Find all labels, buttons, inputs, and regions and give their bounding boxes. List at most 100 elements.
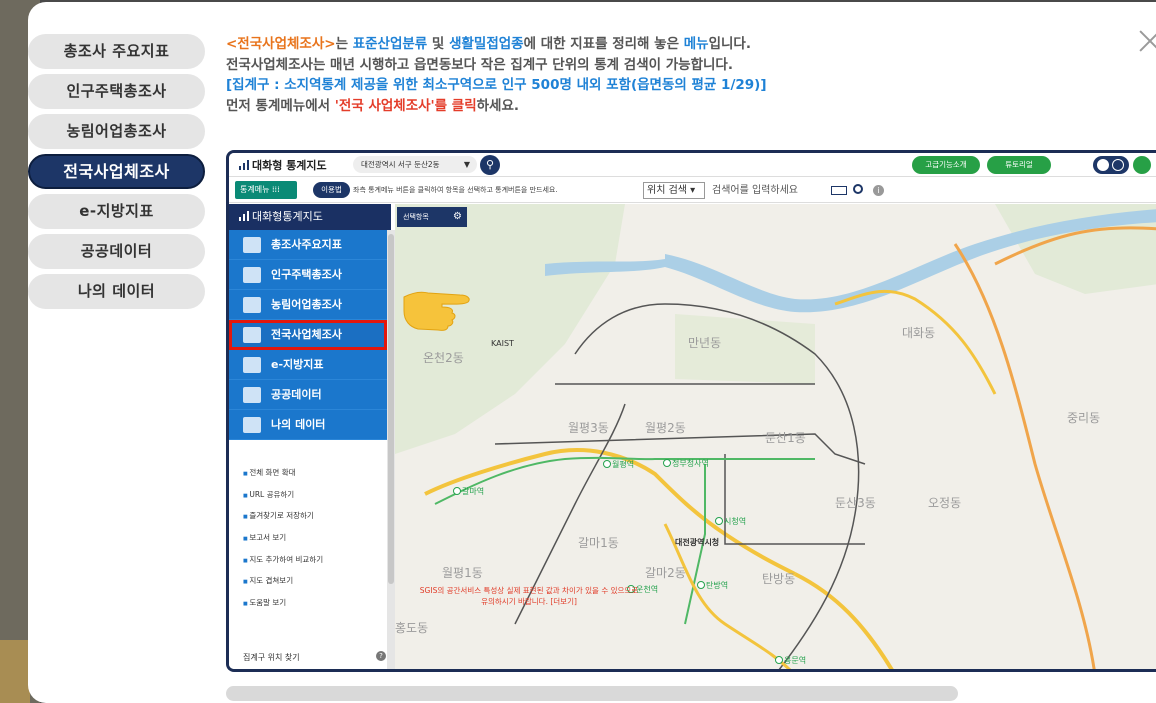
app-title-text: 대화형 통계지도 bbox=[252, 159, 327, 172]
intro-highlight-title: <전국사업체조사> bbox=[226, 36, 336, 52]
intro-text-segment: 는 bbox=[335, 36, 353, 52]
trend-chart-icon bbox=[243, 237, 261, 253]
map-label-dong: 월평2동 bbox=[645, 421, 686, 435]
panel-menu-list: 총조사주요지표 인구주택총조사 농림어업총조사 전국사업체조사 e-지방지표 공… bbox=[229, 230, 387, 440]
link-bookmark[interactable]: 즐겨찾기로 저장하기 bbox=[243, 505, 323, 527]
link-help[interactable]: 도움말 보기 bbox=[243, 592, 323, 614]
position-search-select[interactable]: 위치 검색 ▾ bbox=[643, 182, 705, 199]
map-label-dong: 둔산1동 bbox=[765, 431, 806, 445]
menu-item-label: 총조사주요지표 bbox=[271, 238, 342, 251]
side-tab-business-survey[interactable]: 전국사업체조사 bbox=[28, 154, 205, 189]
side-tab-census-indicators[interactable]: 총조사 주요지표 bbox=[28, 34, 205, 69]
city-icon bbox=[243, 357, 261, 373]
intro-highlight-menu: 메뉴 bbox=[683, 36, 709, 52]
link-fullscreen[interactable]: 전체 화면 확대 bbox=[243, 462, 323, 484]
menu-item-business-survey[interactable]: 전국사업체조사 bbox=[229, 320, 387, 350]
info-icon[interactable]: i bbox=[873, 185, 884, 196]
app-toolbar: 통계메뉴 ⁞⁞⁞ 이용법 좌측 통계메뉴 버튼을 클릭하여 항목을 선택하고 통… bbox=[229, 178, 1156, 203]
search-icon[interactable] bbox=[853, 184, 863, 194]
search-zoom-icon[interactable]: ⚲ bbox=[480, 155, 500, 175]
map-label-dong: 월평1동 bbox=[442, 566, 483, 580]
subway-station: 탄방역 bbox=[697, 580, 728, 591]
user-document-icon bbox=[243, 417, 261, 433]
keyboard-icon[interactable] bbox=[831, 186, 847, 195]
farm-icon bbox=[243, 297, 261, 313]
map-label-dong: 대화동 bbox=[902, 326, 936, 340]
panel-scrollbar[interactable] bbox=[387, 230, 395, 669]
view-toggle[interactable] bbox=[1093, 156, 1129, 174]
modal-horizontal-scrollbar[interactable] bbox=[226, 686, 958, 701]
region-select-label: 선택항목 bbox=[403, 213, 429, 221]
map-label-dong: 오정동 bbox=[928, 496, 962, 510]
side-tab-e-local-index[interactable]: e-지방지표 bbox=[28, 194, 205, 229]
subway-station: 월평역 bbox=[603, 459, 634, 470]
map-label-dong: 만년동 bbox=[688, 336, 722, 350]
menu-item-label: 공공데이터 bbox=[271, 388, 322, 401]
intro-text: <전국사업체조사>는 표준산업분류 및 생활밀접업종에 대한 지표를 정리해 놓… bbox=[226, 34, 926, 116]
intro-line-1: <전국사업체조사>는 표준산업분류 및 생활밀접업종에 대한 지표를 정리해 놓… bbox=[226, 34, 926, 55]
map-label-poi: KAIST bbox=[491, 339, 514, 348]
guide-screenshot: 대화형 통계지도 대전광역시 서구 둔산2동 ▼ ⚲ 고급기능소개 튜토리얼 통계… bbox=[226, 150, 1156, 672]
chevron-down-icon: ▼ bbox=[463, 160, 470, 169]
map-search-input[interactable]: 검색어를 입력하세요 bbox=[708, 182, 876, 199]
subway-station: 시청역 bbox=[715, 516, 746, 527]
map-label-dong: 홍도동 bbox=[395, 621, 429, 635]
menu-item-my-data[interactable]: 나의 데이터 bbox=[229, 410, 387, 440]
map-label-dong: 갈마1동 bbox=[578, 536, 619, 550]
map-label-dong: 갈마2동 bbox=[645, 566, 686, 580]
subway-station: 갈마역 bbox=[453, 486, 484, 497]
intro-text-segment: 및 bbox=[427, 36, 450, 52]
map-label-dong: 탄방동 bbox=[762, 572, 796, 586]
map-label-dong: 중리동 bbox=[1067, 411, 1101, 425]
side-tab-agriculture[interactable]: 농림어업총조사 bbox=[28, 114, 205, 149]
side-tab-list: 총조사 주요지표 인구주택총조사 농림어업총조사 전국사업체조사 e-지방지표 … bbox=[28, 34, 208, 314]
side-tab-population-housing[interactable]: 인구주택총조사 bbox=[28, 74, 205, 109]
intro-text-segment: 입니다. bbox=[708, 36, 751, 52]
bar-chart-icon bbox=[239, 211, 249, 221]
intro-line-4: 먼저 통계메뉴에서 '전국 사업체조사'를 클릭하세요. bbox=[226, 96, 926, 117]
region-select-button[interactable]: 선택항목 ⚙ bbox=[397, 207, 467, 227]
cloud-icon bbox=[243, 387, 261, 403]
location-select-value: 대전광역시 서구 둔산2동 bbox=[361, 160, 440, 169]
map-label-dong: 월평3동 bbox=[568, 421, 609, 435]
menu-item-e-local-index[interactable]: e-지방지표 bbox=[229, 350, 387, 380]
intro-highlight-industry: 표준산업분류 bbox=[352, 36, 428, 52]
intro-highlight-click: '전국 사업체조사'를 클릭 bbox=[334, 97, 477, 114]
link-compare-map[interactable]: 지도 추가하여 비교하기 bbox=[243, 549, 323, 571]
tutorial-button[interactable]: 튜토리얼 bbox=[987, 156, 1051, 174]
menu-item-label: 농림어업총조사 bbox=[271, 298, 342, 311]
link-report[interactable]: 보고서 보기 bbox=[243, 527, 323, 549]
building-icon bbox=[243, 327, 261, 343]
menu-item-label: e-지방지표 bbox=[271, 358, 324, 371]
bar-chart-icon bbox=[239, 160, 249, 170]
gear-icon: ⚙ bbox=[453, 211, 462, 222]
location-select[interactable]: 대전광역시 서구 둔산2동 ▼ bbox=[353, 156, 477, 173]
map-label-dong: 온천2동 bbox=[423, 351, 464, 365]
help-icon[interactable]: ? bbox=[376, 651, 386, 661]
intro-line-3: [집계구 : 소지역통계 제공을 위한 최소구역으로 인구 500명 내외 포함… bbox=[226, 77, 767, 93]
find-block-label[interactable]: 집계구 위치 찾기 bbox=[243, 652, 300, 663]
intro-text-segment: 먼저 통계메뉴에서 bbox=[226, 97, 335, 114]
menu-item-census-indicators[interactable]: 총조사주요지표 bbox=[229, 230, 387, 260]
position-search-value: 위치 검색 bbox=[647, 185, 687, 196]
side-tab-my-data[interactable]: 나의 데이터 bbox=[28, 274, 205, 309]
subway-station: 정부청사역 bbox=[663, 458, 709, 469]
menu-item-agriculture[interactable]: 농림어업총조사 bbox=[229, 290, 387, 320]
stats-menu-button[interactable]: 통계메뉴 ⁞⁞⁞ bbox=[235, 181, 297, 199]
features-button[interactable]: 고급기능소개 bbox=[912, 156, 980, 174]
globe-icon[interactable] bbox=[1133, 156, 1151, 174]
menu-item-public-data[interactable]: 공공데이터 bbox=[229, 380, 387, 410]
stats-menu-label: 통계메뉴 bbox=[240, 185, 270, 194]
link-overlay-map[interactable]: 지도 겹쳐보기 bbox=[243, 570, 323, 592]
intro-text-segment: 하세요. bbox=[476, 97, 520, 114]
menu-item-population-housing[interactable]: 인구주택총조사 bbox=[229, 260, 387, 290]
menu-item-label: 인구주택총조사 bbox=[271, 268, 342, 281]
link-share-url[interactable]: URL 공유하기 bbox=[243, 484, 323, 506]
close-icon[interactable] bbox=[1136, 26, 1156, 56]
usage-button[interactable]: 이용법 bbox=[313, 182, 350, 198]
menu-item-label: 나의 데이터 bbox=[271, 418, 326, 431]
side-tab-public-data[interactable]: 공공데이터 bbox=[28, 234, 205, 269]
map-view[interactable]: 선택항목 ⚙ 만년동 월평3동 월평2동 둔산1동 둔산3동 갈마1동 갈마2동 … bbox=[395, 204, 1156, 669]
scrollbar-thumb[interactable] bbox=[388, 234, 394, 584]
stats-menu-panel: 대화형통계지도 총조사주요지표 인구주택총조사 농림어업총조사 전국사업체조사 … bbox=[229, 204, 407, 669]
